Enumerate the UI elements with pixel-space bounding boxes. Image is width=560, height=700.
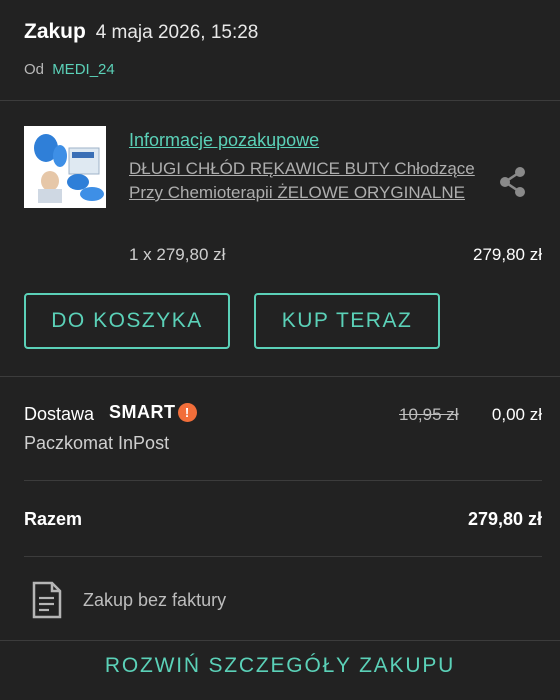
divider <box>0 640 560 641</box>
delivery-label: Dostawa <box>24 404 95 424</box>
divider <box>0 376 560 377</box>
product-image <box>24 126 106 208</box>
invoice-status: Zakup bez faktury <box>83 590 227 610</box>
delivery-old-price: 10,95 zł <box>399 405 459 424</box>
delivery-price: 0,00 zł <box>491 405 542 424</box>
total-value: 279,80 zł <box>467 509 542 529</box>
item-quantity: 1 x 279,80 zł <box>129 245 226 264</box>
total-label: Razem <box>24 509 83 529</box>
document-icon <box>30 580 64 625</box>
divider <box>24 556 542 557</box>
seller-link[interactable]: MEDI_24 <box>52 61 115 78</box>
item-title-link[interactable]: DŁUGI CHŁÓD RĘKAWICE BUTY Chłodzące Przy… <box>129 157 489 205</box>
smart-badge-text: SMART <box>109 402 176 422</box>
smart-badge-icon: ! <box>177 403 197 422</box>
page-title: Zakup <box>24 20 86 43</box>
title-line: Zakup 4 maja 2026, 15:28 <box>24 18 258 47</box>
share-icon[interactable] <box>498 166 528 203</box>
seller-line: Od MEDI_24 <box>24 61 258 78</box>
divider <box>24 480 542 481</box>
smart-badge: SMART ! <box>109 402 197 423</box>
expand-purchase-details-button[interactable]: ROZWIŃ SZCZEGÓŁY ZAKUPU <box>0 654 560 678</box>
post-purchase-info-link[interactable]: Informacje pozakupowe <box>129 130 319 151</box>
buy-now-button[interactable]: KUP TERAZ <box>254 293 440 349</box>
divider <box>0 100 560 101</box>
item-price: 279,80 zł <box>473 245 542 264</box>
purchase-date: 4 maja 2026, 15:28 <box>95 22 259 43</box>
product-thumbnail[interactable] <box>24 126 106 208</box>
delivery-method: Paczkomat InPost <box>24 433 170 453</box>
seller-prefix: Od <box>24 61 45 78</box>
purchase-header: Zakup 4 maja 2026, 15:28 Od MEDI_24 <box>24 18 258 78</box>
add-to-cart-button[interactable]: DO KOSZYKA <box>24 293 230 349</box>
